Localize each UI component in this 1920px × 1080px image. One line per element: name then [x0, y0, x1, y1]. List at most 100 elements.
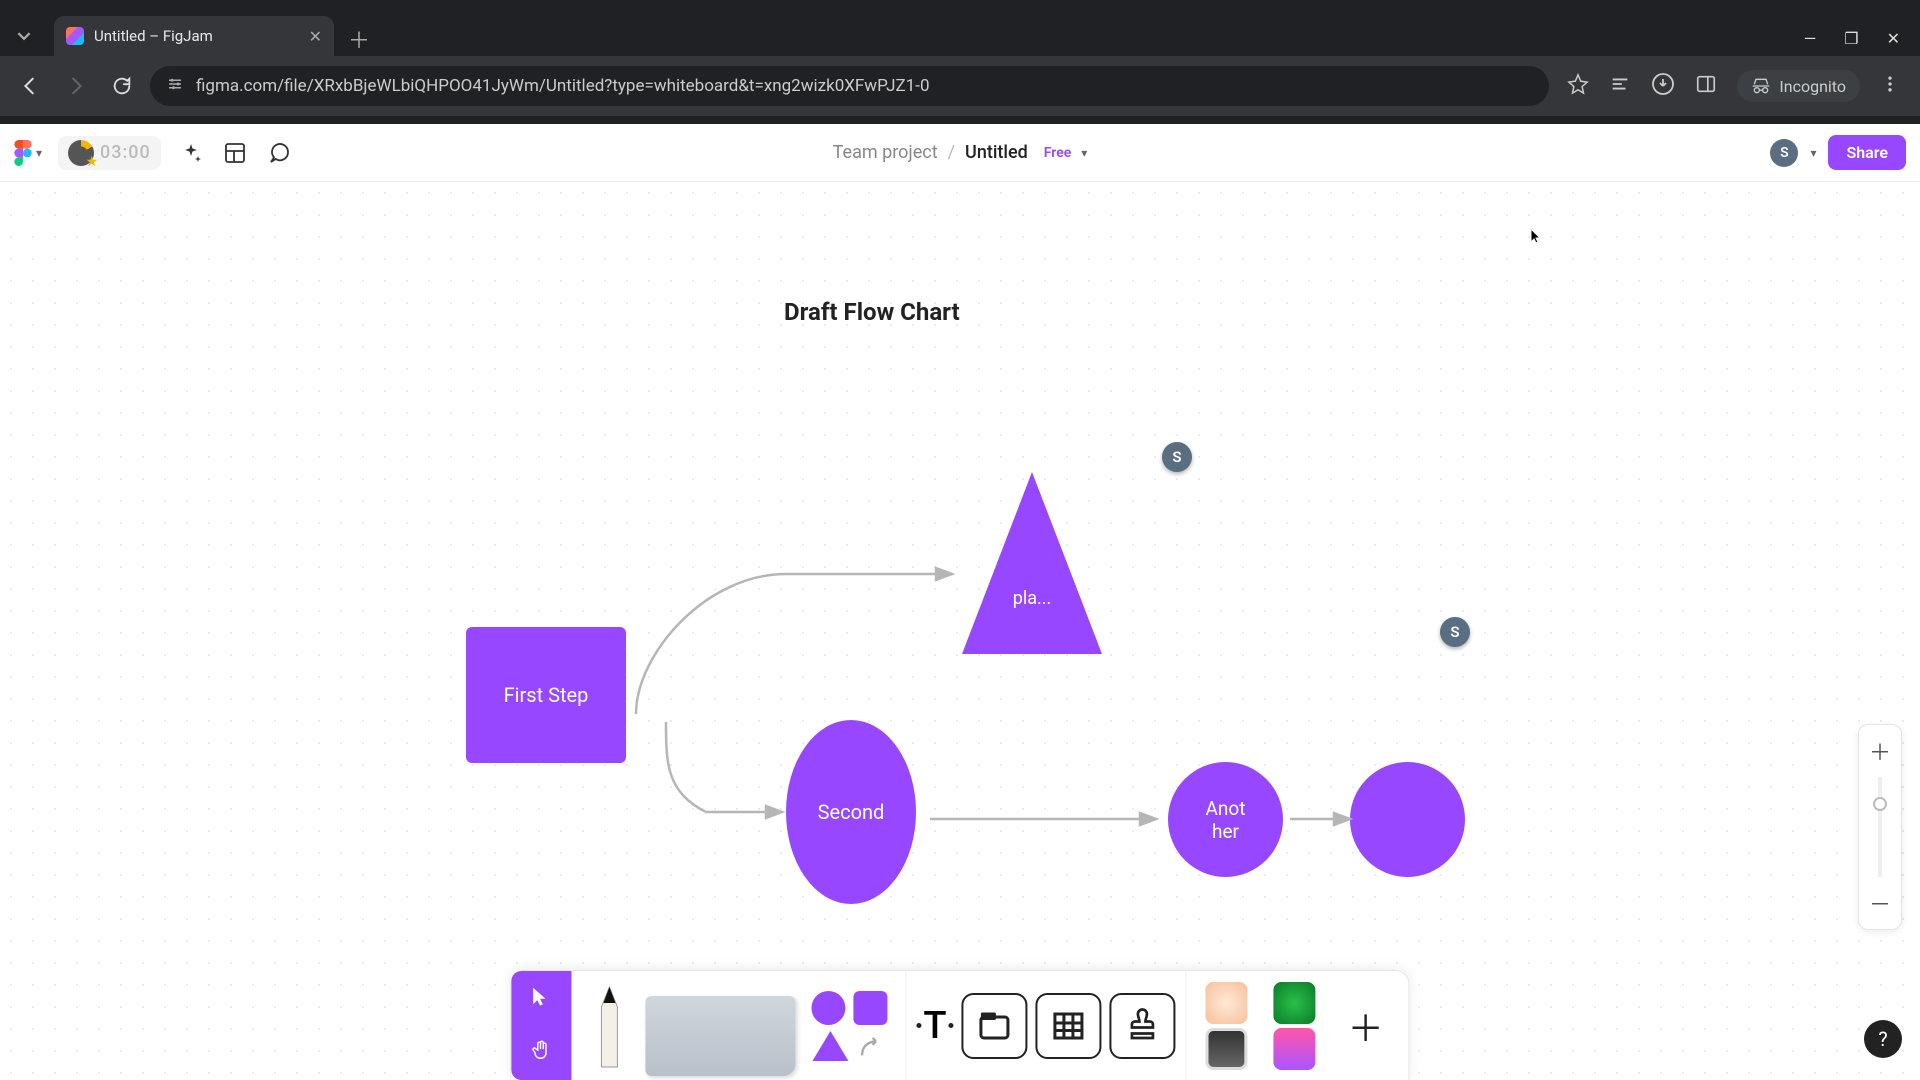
shape-first-step[interactable]: First Step	[466, 627, 626, 763]
bottom-toolbar: T	[510, 970, 1409, 1080]
browser-menu-button[interactable]	[1880, 74, 1900, 98]
share-button[interactable]: Share	[1828, 135, 1906, 170]
connector-first-to-second[interactable]	[626, 712, 786, 832]
table-tool[interactable]	[1036, 993, 1102, 1059]
sticker-pack-2[interactable]	[1265, 981, 1325, 1071]
timer-chip[interactable]: 03:00	[58, 136, 161, 170]
panel-icon	[1695, 73, 1717, 95]
sparkle-icon	[179, 141, 203, 165]
hand-tool[interactable]	[530, 1039, 552, 1066]
minimize-button[interactable]: —	[1804, 29, 1817, 48]
shape-another[interactable]: Anot her	[1168, 762, 1283, 877]
toolbar-right: Incognito	[1559, 70, 1908, 102]
tab-title: Untitled – FigJam	[94, 27, 299, 45]
presence-avatar-2[interactable]: S	[1440, 617, 1470, 647]
timer-value: 03:00	[100, 142, 151, 163]
bookmark-button[interactable]	[1567, 73, 1589, 99]
dot-icon	[916, 1023, 921, 1028]
sidepanel-button[interactable]	[1695, 73, 1717, 99]
forward-button[interactable]	[58, 68, 94, 104]
file-name[interactable]: Untitled	[965, 142, 1028, 163]
browser-chrome: Untitled – FigJam ✕ ＋ — ❐ ✕ figma.com/fi…	[0, 0, 1920, 124]
canvas-title[interactable]: Draft Flow Chart	[784, 298, 960, 326]
figma-logo-icon	[14, 140, 32, 166]
user-menu-chevron[interactable]: ▾	[1810, 146, 1816, 160]
incognito-icon	[1751, 76, 1771, 96]
widgets-section: ＋	[1187, 971, 1409, 1080]
shape-label: First Step	[504, 683, 589, 707]
shape-square-tool[interactable]	[853, 991, 887, 1025]
address-bar: figma.com/file/XRxbBjeWLbiQHPOO41JyWm/Un…	[0, 56, 1920, 116]
new-tab-button[interactable]: ＋	[342, 22, 376, 56]
zoom-in-button[interactable]: ＋	[1869, 735, 1891, 767]
close-window-button[interactable]: ✕	[1887, 29, 1900, 48]
zoom-slider[interactable]	[1878, 777, 1882, 877]
ai-tools-button[interactable]	[177, 139, 205, 167]
sticker-camera-icon	[1206, 1028, 1248, 1070]
team-name[interactable]: Team project	[833, 142, 938, 163]
plan-badge[interactable]: Free	[1044, 145, 1072, 161]
media-control-button[interactable]	[1609, 73, 1631, 99]
connector-tool[interactable]	[856, 1031, 886, 1061]
connector-first-to-triangle[interactable]	[626, 534, 956, 724]
browser-tab[interactable]: Untitled – FigJam ✕	[54, 16, 334, 56]
sticker-frog-icon	[1274, 982, 1316, 1024]
more-tools-button[interactable]: ＋	[1333, 993, 1399, 1059]
text-tool[interactable]: T	[916, 1004, 953, 1048]
sticker-pack-1[interactable]	[1197, 981, 1257, 1071]
shape-triangle-tool[interactable]	[812, 1031, 848, 1061]
site-settings-icon[interactable]	[166, 75, 184, 98]
dot-icon	[949, 1023, 954, 1028]
sticker-face-icon	[1206, 982, 1248, 1024]
downloads-button[interactable]	[1651, 72, 1675, 100]
maximize-button[interactable]: ❐	[1844, 29, 1858, 48]
star-icon	[1567, 73, 1589, 95]
titlebar: Untitled – FigJam ✕ ＋ — ❐ ✕	[0, 0, 1920, 56]
presence-avatar-1[interactable]: S	[1162, 442, 1192, 472]
header-right: S ▾ Share	[1770, 135, 1906, 170]
zoom-thumb[interactable]	[1873, 797, 1887, 811]
shape-label: Anot her	[1206, 797, 1246, 843]
url-field[interactable]: figma.com/file/XRxbBjeWLbiQHPOO41JyWm/Un…	[150, 66, 1549, 106]
figma-menu[interactable]: ▾	[14, 140, 42, 166]
hand-icon	[530, 1039, 552, 1061]
comments-button[interactable]	[265, 139, 293, 167]
pointer-tool-group	[511, 971, 571, 1080]
help-button[interactable]: ?	[1864, 1020, 1902, 1058]
zoom-out-button[interactable]: －	[1869, 887, 1891, 919]
download-icon	[1651, 72, 1675, 96]
user-avatar[interactable]: S	[1770, 139, 1798, 167]
grid-icon	[223, 141, 247, 165]
sticky-note-tool[interactable]	[645, 996, 795, 1076]
close-tab-button[interactable]: ✕	[309, 27, 322, 46]
connector-second-to-another[interactable]	[920, 804, 1160, 834]
file-menu-chevron[interactable]: ▾	[1081, 146, 1087, 160]
reload-icon	[111, 75, 133, 97]
shape-empty-circle[interactable]	[1350, 762, 1465, 877]
canvas[interactable]: Draft Flow Chart First Step pla... Secon…	[0, 182, 1920, 1080]
shape-second[interactable]: Second	[786, 720, 916, 904]
cursor-icon	[530, 985, 552, 1007]
templates-button[interactable]	[221, 139, 249, 167]
shape-circle-tool[interactable]	[811, 991, 845, 1025]
marker-tool[interactable]	[581, 981, 637, 1071]
shape-placeholder[interactable]: pla...	[962, 472, 1102, 654]
connector-another-to-empty[interactable]	[1284, 804, 1354, 834]
comment-icon	[267, 141, 291, 165]
triangle-bg	[962, 472, 1102, 654]
incognito-indicator[interactable]: Incognito	[1737, 70, 1860, 102]
section-tool[interactable]	[962, 993, 1028, 1059]
reload-button[interactable]	[104, 68, 140, 104]
breadcrumb-separator: /	[948, 142, 955, 163]
tab-search-dropdown[interactable]	[4, 16, 44, 56]
stamp-icon	[1125, 1008, 1161, 1044]
marker-icon	[589, 981, 629, 1071]
table-icon	[1051, 1008, 1087, 1044]
section-icon	[977, 1008, 1013, 1044]
shape-label: pla...	[1013, 588, 1052, 609]
figjam-app: ▾ 03:00 Team project / Untitled Free ▾ S…	[0, 124, 1920, 1080]
breadcrumb: Team project / Untitled Free ▾	[833, 142, 1088, 163]
stamp-tool[interactable]	[1110, 993, 1176, 1059]
back-button[interactable]	[12, 68, 48, 104]
select-tool[interactable]	[530, 985, 552, 1012]
